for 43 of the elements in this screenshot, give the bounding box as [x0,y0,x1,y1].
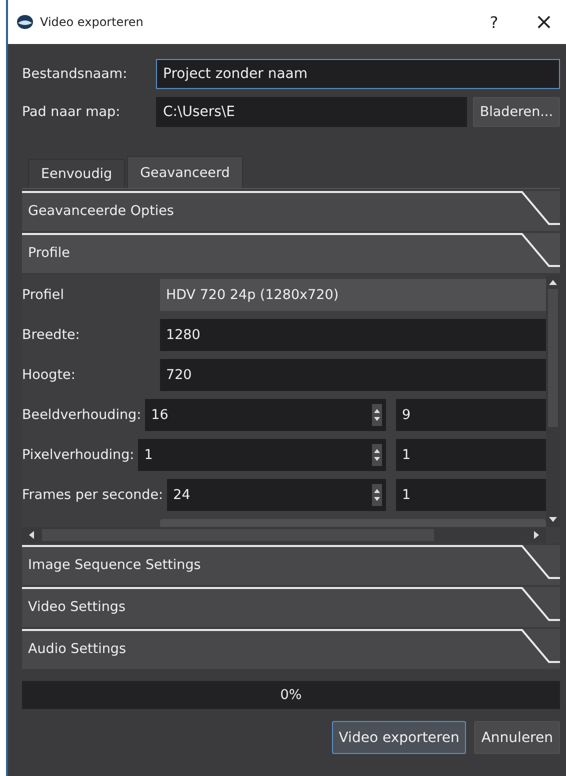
app-logo-icon [16,14,34,30]
field-label: Pixelverhouding: [22,447,134,463]
file-name-field[interactable]: Project zonder naam [156,59,560,89]
field-label: Frames per seconde: [22,487,164,503]
field-label: Beeldverhouding: [22,407,142,423]
scroll-up-icon [549,279,557,285]
section-header[interactable]: Video Settings [22,587,560,627]
spin-box[interactable]: 16 [145,399,386,431]
folder-path-field[interactable]: C:\Users\E [156,97,467,127]
vertical-scrollbar[interactable] [546,275,560,527]
close-button[interactable]: × [522,4,566,40]
help-button[interactable]: ? [472,4,516,40]
section-header[interactable]: Audio Settings [22,629,560,669]
section-header[interactable]: Image Sequence Settings [22,545,560,585]
export-button[interactable]: Video exporteren [332,721,466,754]
cancel-button[interactable]: Annuleren [474,721,560,754]
scroll-left-icon [28,531,34,539]
number-field[interactable]: 1280 [160,319,546,351]
number-field[interactable]: 9 [396,399,546,431]
section-header[interactable]: Geavanceerde Opties [22,191,560,231]
scroll-right-icon [534,531,540,539]
window-title: Video exporteren [40,15,144,29]
field-label: Hoogte: [22,367,76,383]
browse-button[interactable]: Bladeren... [472,97,560,127]
spin-arrows-icon [372,444,382,466]
field-label: Pad naar map: [22,104,122,120]
section-header[interactable]: Profile [22,233,560,273]
scroll-down-icon [549,517,557,523]
horizontal-scrollbar[interactable] [22,527,546,543]
field-label: Bestandsnaam: [22,66,128,82]
profile-dropdown[interactable]: HDV 720 24p (1280x720) [160,279,546,311]
field-label: Profiel [22,287,65,303]
spin-arrows-icon [372,484,382,506]
tab[interactable]: Geavanceerd [127,156,243,188]
tab[interactable]: Eenvoudig [28,159,126,188]
spin-box[interactable]: 1 [138,439,386,471]
field-label: Breedte: [22,327,81,343]
number-field[interactable]: 720 [160,359,546,391]
spin-arrows-icon [372,404,382,426]
progress-text: 0% [280,687,302,703]
spin-box[interactable]: 24 [167,479,386,511]
number-field[interactable]: 1 [396,439,546,471]
number-field[interactable]: 1 [396,479,546,511]
